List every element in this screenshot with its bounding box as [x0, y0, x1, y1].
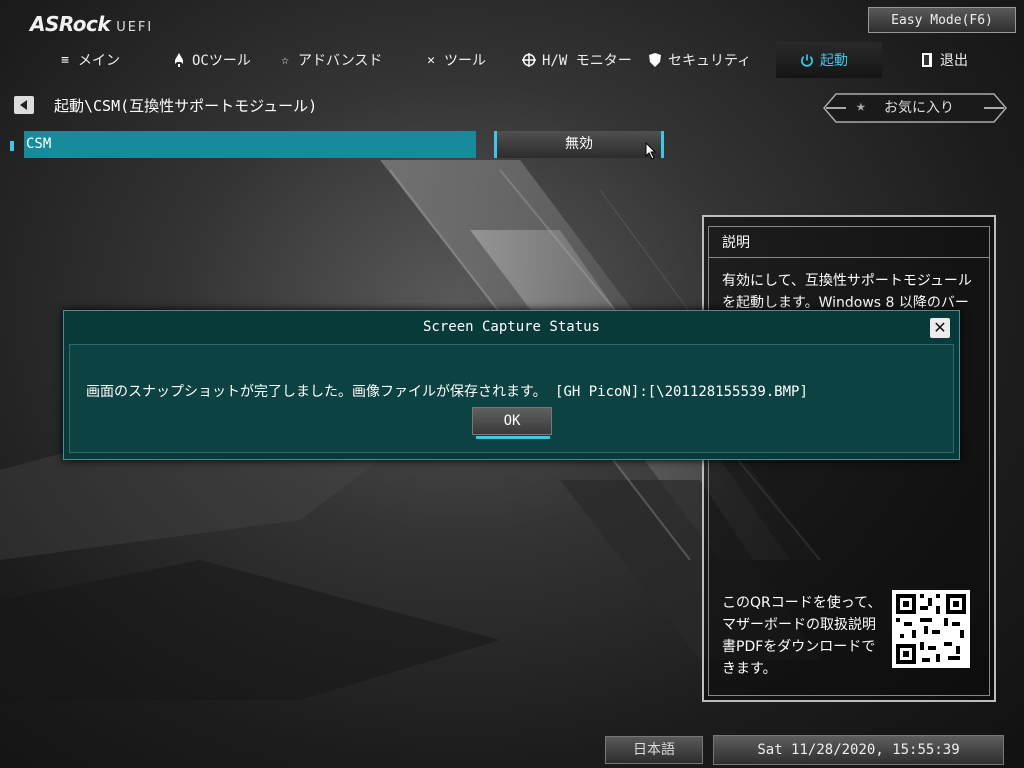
breadcrumb: 起動\CSM(互換性サポートモジュール)	[54, 97, 318, 115]
qr-code	[892, 590, 970, 668]
csm-setting-row[interactable]: CSM	[24, 131, 476, 158]
info-marker	[10, 141, 14, 151]
csm-value-dropdown[interactable]: 無効	[494, 131, 664, 158]
language-button[interactable]: 日本語	[605, 736, 703, 764]
tab-advanced[interactable]: ☆ アドバンスド	[278, 42, 382, 78]
tab-label: 退出	[940, 53, 968, 69]
rocket-icon	[172, 53, 186, 67]
qr-description: このQRコードを使って、マザーボードの取扱説明書PDFをダウンロードできます。	[722, 595, 882, 677]
tab-label: アドバンスド	[298, 53, 383, 69]
shield-icon	[648, 53, 662, 67]
tab-label: H/W モニター	[542, 53, 632, 69]
star-icon: ★	[856, 96, 866, 115]
main-nav: ≡ メイン OCツール ☆ アドバンスド ✕ ツール H/W モニター セキュリ…	[0, 42, 1024, 78]
tab-label: メイン	[78, 53, 120, 69]
tab-label: OCツール	[192, 53, 251, 69]
tools-icon: ✕	[427, 52, 435, 68]
tab-label: セキュリティ	[668, 53, 752, 69]
description-title: 説明	[722, 235, 750, 251]
divider	[708, 257, 990, 258]
datetime-display: Sat 11/28/2020, 15:55:39	[713, 735, 1004, 765]
favorites-button[interactable]: お気に入り	[884, 97, 954, 117]
tab-security[interactable]: セキュリティ	[648, 42, 751, 78]
tab-label: ツール	[444, 53, 486, 69]
exit-door-icon	[920, 53, 934, 67]
list-icon: ≡	[61, 52, 69, 68]
dialog-message: 画面のスナップショットが完了しました。画像ファイルが保存されます。 [GH Pi…	[86, 384, 808, 400]
ok-button[interactable]: OK	[472, 407, 552, 435]
tab-boot[interactable]: 起動	[800, 42, 848, 78]
tab-oc-tools[interactable]: OCツール	[172, 42, 251, 78]
dialog-title: Screen Capture Status	[422, 319, 600, 335]
crosshair-icon	[522, 53, 536, 67]
asrock-logo: ASRock UEFI	[30, 12, 153, 36]
tab-tools[interactable]: ✕ ツール	[424, 42, 486, 78]
ok-focus-indicator	[476, 436, 550, 439]
brand-name: ASRock	[30, 12, 111, 36]
mouse-cursor-icon	[645, 142, 657, 160]
back-button[interactable]	[14, 96, 34, 114]
dialog-body: 画面のスナップショットが完了しました。画像ファイルが保存されます。 [GH Pi…	[69, 344, 954, 453]
close-icon[interactable]: ✕	[930, 318, 950, 338]
tab-hw-monitor[interactable]: H/W モニター	[522, 42, 632, 78]
brand-suffix: UEFI	[116, 20, 154, 35]
tab-exit[interactable]: 退出	[920, 42, 968, 78]
tab-main[interactable]: ≡ メイン	[58, 42, 120, 78]
screen-capture-dialog: Screen Capture Status ✕ 画面のスナップショットが完了しま…	[63, 310, 960, 460]
easy-mode-button[interactable]: Easy Mode(F6)	[868, 7, 1016, 33]
tab-label: 起動	[820, 53, 848, 69]
star-outline-icon: ☆	[281, 52, 289, 68]
power-icon	[800, 53, 814, 67]
